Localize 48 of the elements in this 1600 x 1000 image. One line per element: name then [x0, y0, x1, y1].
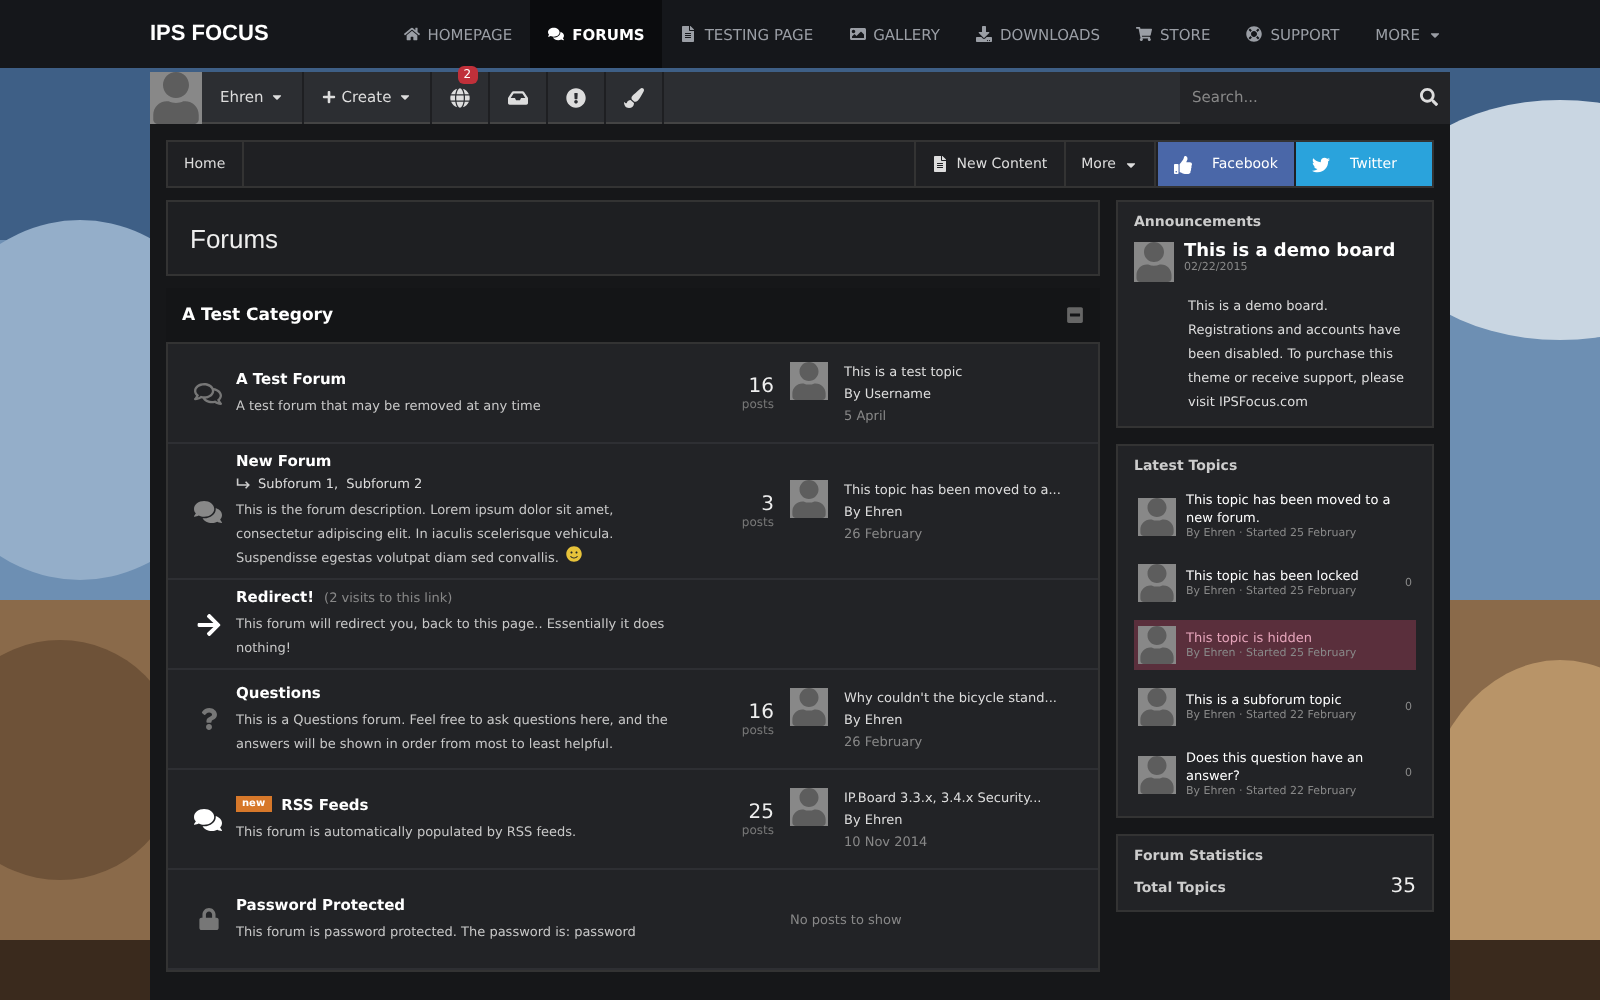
caret-icon	[269, 90, 284, 104]
inbox-icon	[507, 87, 528, 107]
page-title: Forums	[166, 200, 1100, 276]
speech-bubbles-icon	[548, 26, 565, 42]
image-icon	[849, 26, 866, 42]
category-title: A Test Category	[182, 305, 334, 325]
thumbs-up-icon	[1174, 155, 1192, 173]
collapse-icon[interactable]	[1066, 306, 1084, 324]
post-count: 16	[746, 375, 774, 397]
cart-icon	[1136, 26, 1153, 42]
globe-icon	[449, 87, 470, 107]
document-icon	[932, 156, 949, 172]
user-avatar	[790, 787, 828, 825]
stat-value: 35	[1390, 876, 1416, 898]
user-avatar	[1138, 626, 1176, 664]
user-avatar	[790, 479, 828, 517]
user-avatar	[1138, 755, 1176, 793]
user-avatar	[1138, 497, 1176, 535]
exclamation-icon	[565, 87, 586, 107]
user-avatar	[790, 687, 828, 725]
caret-icon	[1428, 27, 1442, 41]
post-count: 25	[746, 801, 774, 823]
plus-icon	[321, 90, 336, 104]
lifebuoy-icon	[1246, 26, 1263, 42]
caret-icon	[1124, 157, 1138, 171]
speech-bubbles-icon	[194, 805, 222, 833]
user-avatar	[1134, 242, 1174, 282]
site-logo[interactable]: IPS FOCUS	[150, 0, 386, 68]
user-avatar	[1138, 564, 1176, 602]
bird-icon	[1312, 155, 1330, 173]
download-icon	[975, 26, 992, 42]
user-avatar	[150, 71, 202, 123]
home-icon	[403, 26, 420, 42]
lock-icon	[197, 908, 219, 930]
post-count: 16	[746, 701, 774, 723]
announcement-title[interactable]: This is a demo board	[1184, 242, 1396, 262]
paintbrush-icon	[623, 87, 644, 107]
subforum-arrow-icon	[236, 477, 252, 491]
document-icon	[680, 26, 697, 42]
caret-icon	[397, 90, 412, 104]
speech-bubbles-icon	[194, 379, 222, 407]
question-mark-icon	[197, 708, 219, 730]
search-icon[interactable]	[1420, 88, 1438, 106]
user-avatar	[1138, 688, 1176, 726]
arrow-right-icon	[195, 611, 221, 637]
post-count: 3	[759, 493, 774, 515]
speech-bubbles-icon	[194, 497, 222, 525]
user-avatar	[790, 361, 828, 399]
